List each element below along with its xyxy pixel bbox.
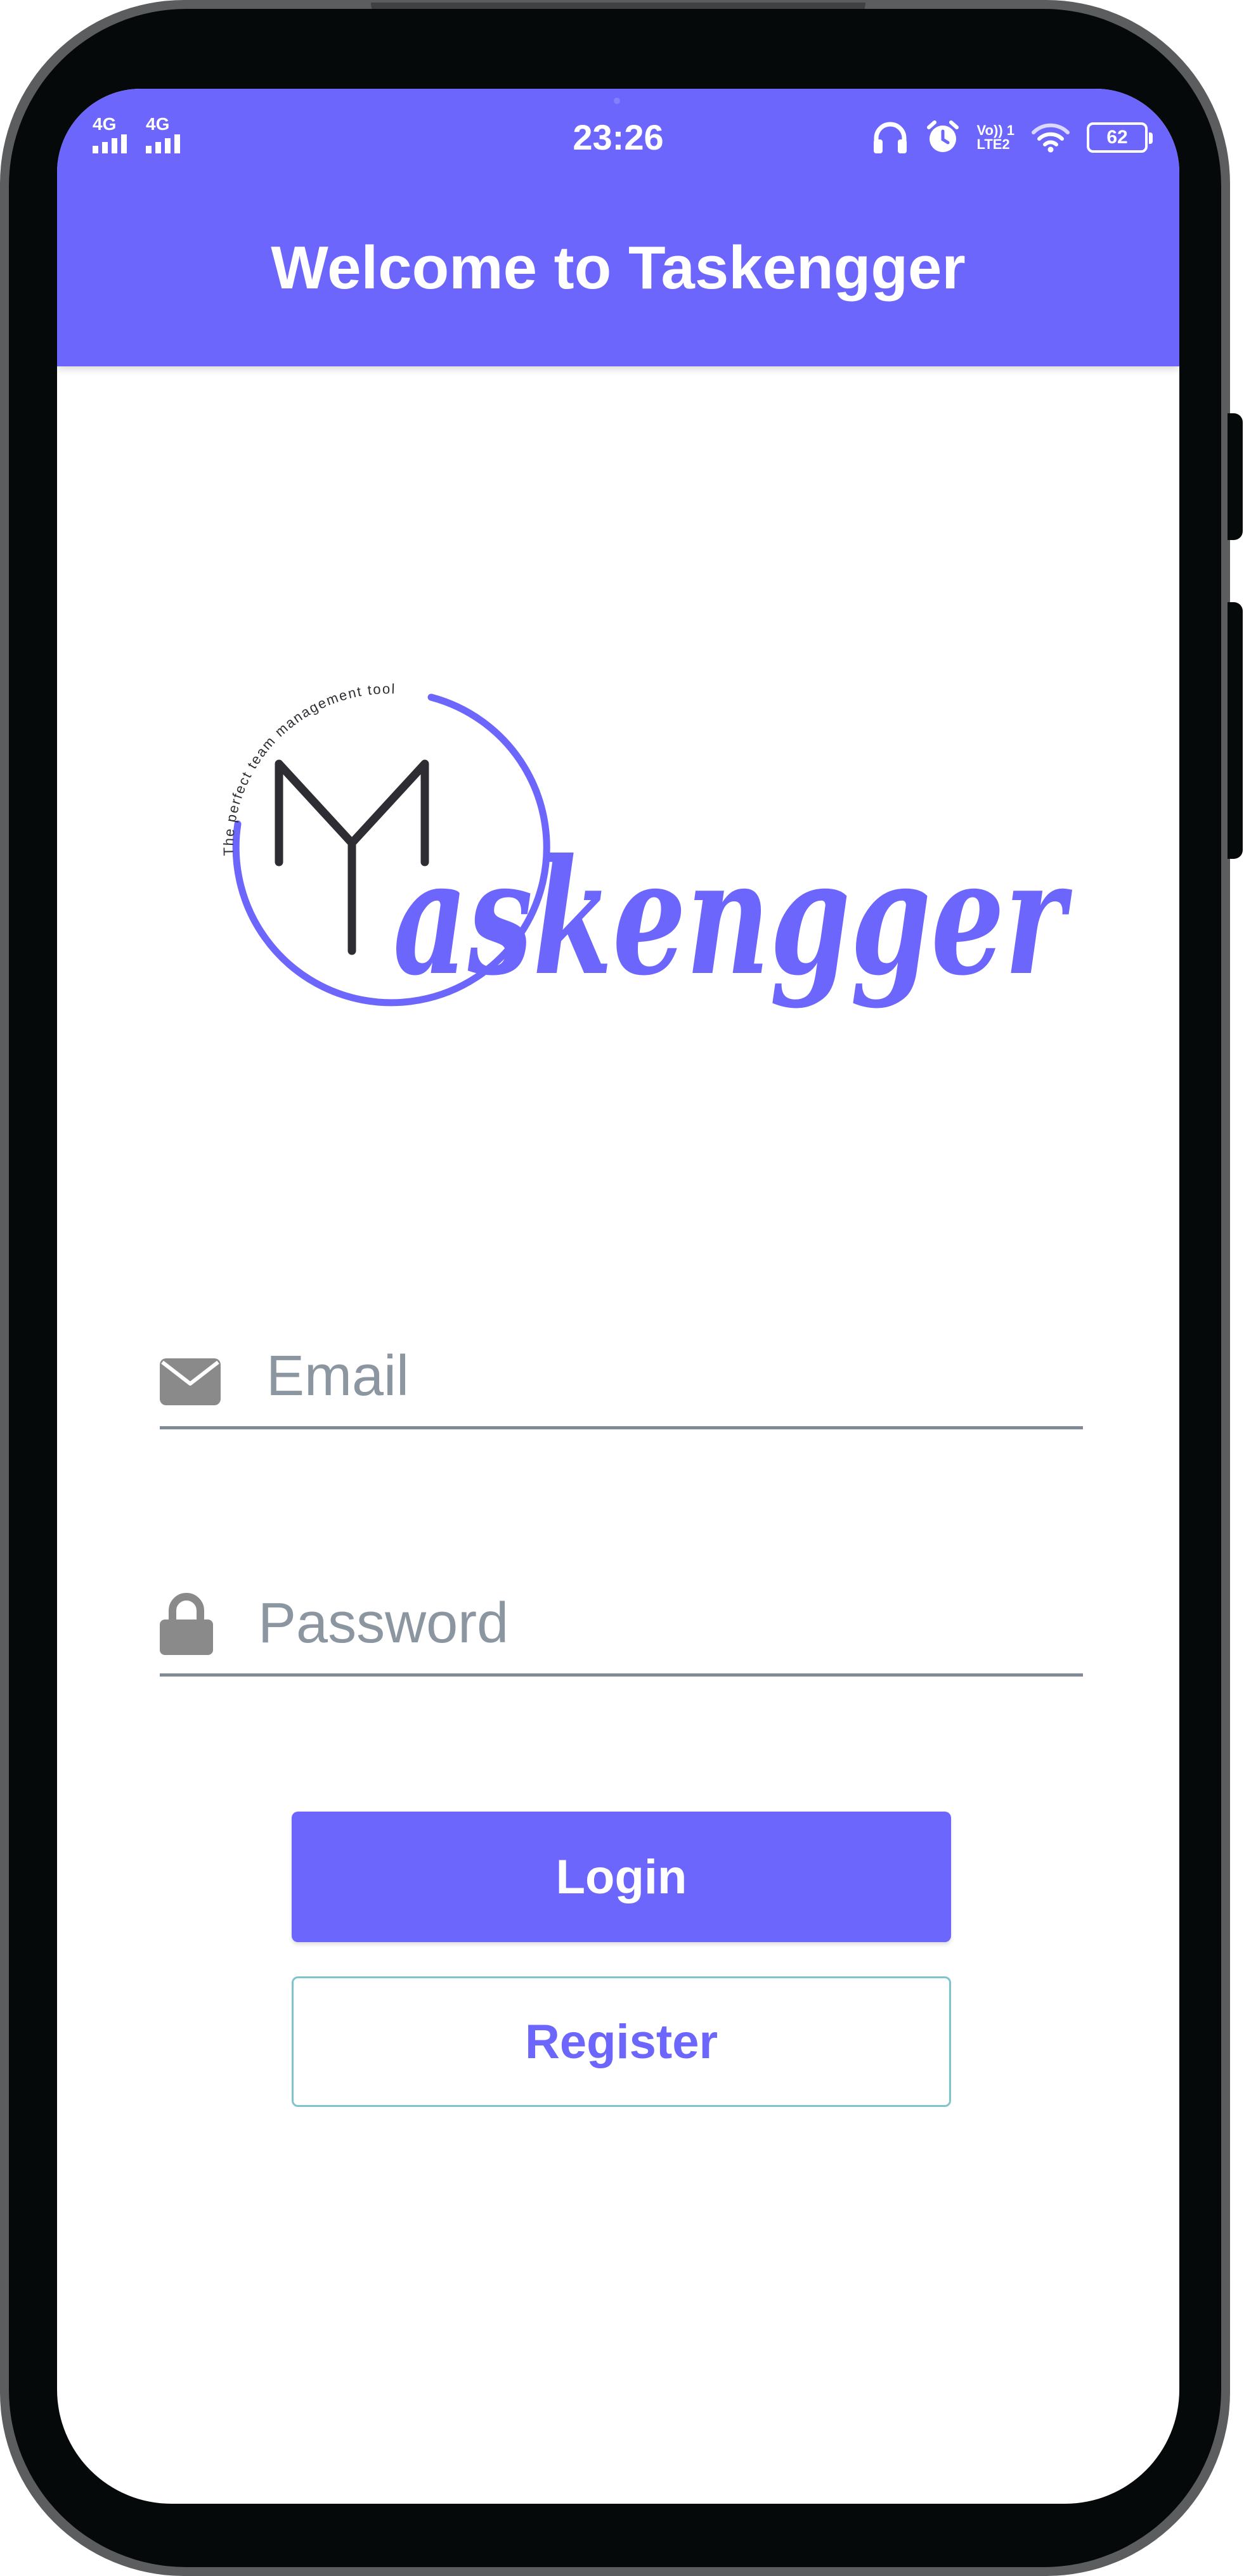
email-field[interactable]	[160, 1328, 1083, 1429]
headphones-icon	[873, 122, 907, 153]
volte-label: Vo)) 1	[976, 122, 1014, 138]
logo-wordmark: askengger	[393, 824, 1072, 1010]
app-bar: 4G 4G 23:26 Vo)) 1 LTE2 62 Welcome to Ta…	[57, 89, 1179, 366]
lock-icon	[160, 1593, 213, 1655]
email-input[interactable]	[266, 1342, 1059, 1410]
login-button[interactable]: Login	[292, 1812, 951, 1942]
envelope-icon	[160, 1358, 221, 1405]
volte-indicator: Vo)) 1 LTE2	[977, 124, 1014, 151]
password-input[interactable]	[258, 1589, 1051, 1658]
lte-label: LTE2	[976, 136, 1010, 152]
logo-tagline: The perfect team management tool	[221, 681, 396, 856]
taskengger-logo: The perfect team management tool askengg…	[221, 681, 1072, 1010]
status-bar: 4G 4G 23:26 Vo)) 1 LTE2 62	[57, 89, 1179, 177]
battery-icon: 62	[1087, 122, 1153, 153]
phone-screen: 4G 4G 23:26 Vo)) 1 LTE2 62 Welcome to Ta…	[57, 89, 1179, 2504]
power-button	[1228, 602, 1243, 859]
password-field[interactable]	[160, 1575, 1083, 1677]
alarm-icon	[926, 120, 959, 152]
volume-button	[1228, 413, 1243, 540]
page-title: Welcome to Taskengger	[271, 234, 966, 302]
battery-level: 62	[1106, 127, 1128, 148]
register-button[interactable]: Register	[292, 1976, 951, 2107]
wifi-icon	[1032, 123, 1070, 153]
status-icons: Vo)) 1 LTE2 62	[872, 117, 1153, 158]
